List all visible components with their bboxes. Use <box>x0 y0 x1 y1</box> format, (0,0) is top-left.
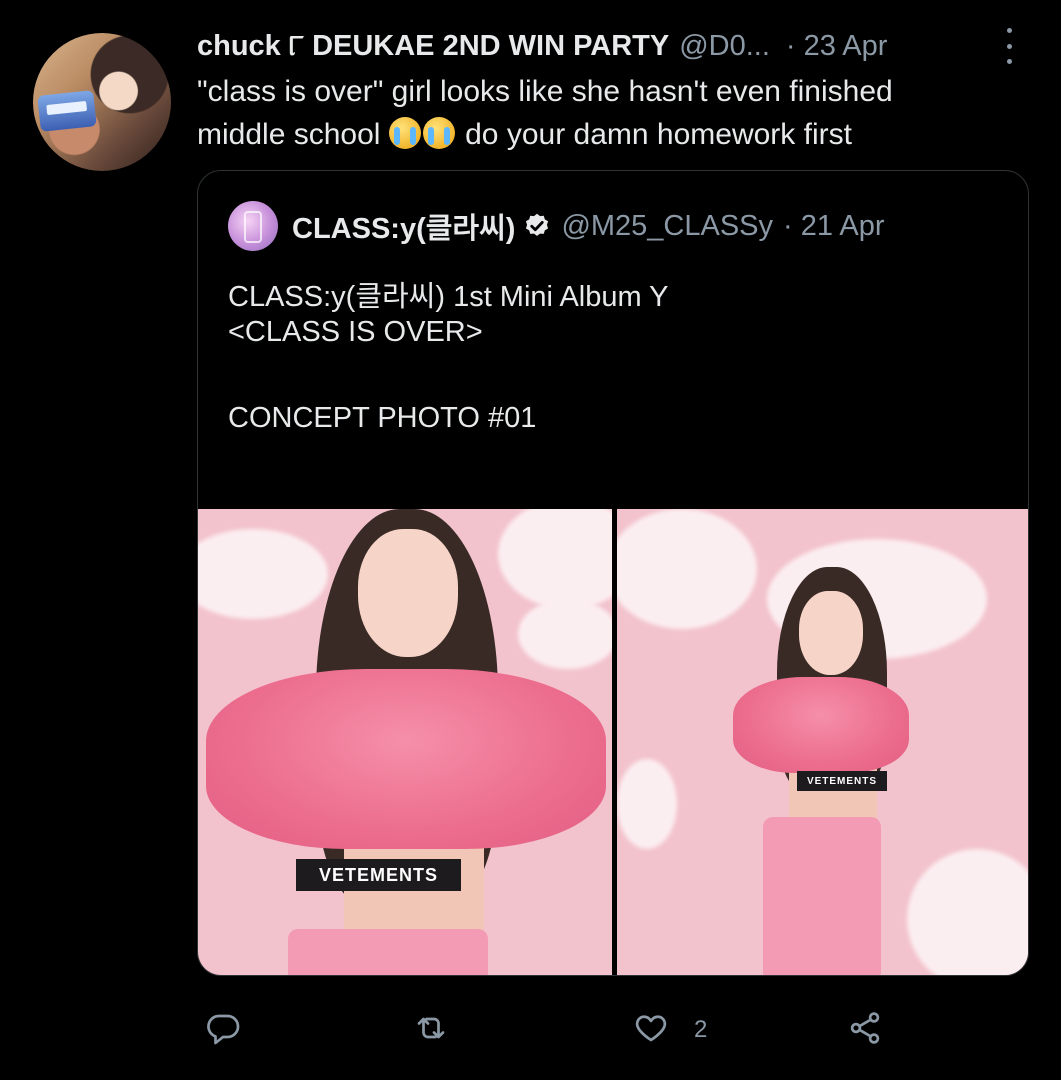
tweet-header: chuck ୮ DEUKAE 2ND WIN PARTY @D0... · 23… <box>197 26 887 66</box>
crying-emoji-icon <box>422 117 455 149</box>
tweet-text-line2-pre: middle school <box>197 118 381 151</box>
quoted-author-name: CLASS:y(클라씨) <box>292 213 516 245</box>
reply-icon[interactable] <box>205 1010 241 1046</box>
quoted-text-line2: <CLASS IS OVER> <box>228 316 483 348</box>
author-name[interactable]: chuck ୮ DEUKAE 2ND WIN PARTY <box>197 30 669 63</box>
quoted-text-line3: CONCEPT PHOTO #01 <box>228 402 537 434</box>
tweet-text-line2-post: do your damn homework first <box>465 118 852 151</box>
concept-photo-left[interactable]: VETEMENTS <box>198 509 612 975</box>
quoted-tweet[interactable]: CLASS:y(클라씨) @M25_CLASSy · 21 Apr CLASS:… <box>197 170 1029 976</box>
tweet-text-line2: middle school do your damn homework firs… <box>197 113 997 156</box>
like-icon[interactable] <box>633 1010 669 1046</box>
tweet-text-line1: "class is over" girl looks like she hasn… <box>197 75 893 108</box>
like-count: 2 <box>694 1016 708 1043</box>
quoted-tweet-header: CLASS:y(클라씨) @M25_CLASSy · 21 Apr <box>228 201 885 251</box>
concept-photo-right[interactable]: VETEMENTS <box>617 509 1028 975</box>
retweet-icon[interactable] <box>413 1010 449 1046</box>
quoted-text-line1: CLASS:y(클라씨) 1st Mini Album Y <box>228 281 669 313</box>
verified-icon <box>523 212 551 240</box>
separator: · <box>785 29 796 62</box>
quoted-author-avatar[interactable] <box>228 201 278 251</box>
quoted-author-handle: @M25_CLASSy <box>561 209 774 242</box>
author-avatar[interactable] <box>33 33 171 171</box>
action-bar: 2 <box>197 1002 897 1052</box>
author-handle[interactable]: @D0... <box>679 30 770 63</box>
share-icon[interactable] <box>847 1010 883 1046</box>
tweet-text: "class is over" girl looks like she hasn… <box>197 70 997 156</box>
tweet-date[interactable]: 23 Apr <box>804 30 888 63</box>
photo-band-label: VETEMENTS <box>296 859 461 891</box>
quoted-tweet-date: 21 Apr <box>800 209 885 242</box>
more-icon[interactable] <box>999 28 1019 64</box>
crying-emoji-icon <box>388 117 421 149</box>
photo-band-label: VETEMENTS <box>797 771 887 791</box>
avatar-badge <box>37 90 97 132</box>
separator: · <box>783 209 793 242</box>
